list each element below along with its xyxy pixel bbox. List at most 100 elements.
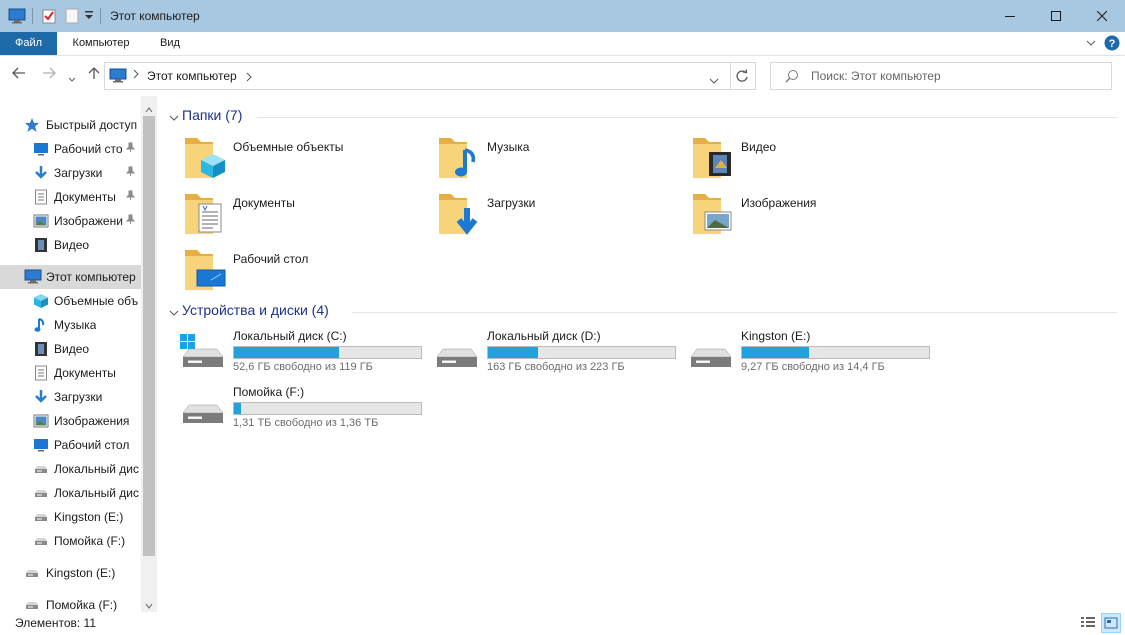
sidebar-item-label: Изображени (54, 214, 123, 228)
folder-name: Музыка (487, 140, 530, 154)
refresh-button[interactable] (729, 62, 756, 90)
sidebar-item[interactable]: Видео (0, 337, 141, 361)
recent-locations-button[interactable] (68, 70, 76, 87)
scroll-down-icon[interactable] (145, 598, 153, 612)
sidebar-item-label: Kingston (E:) (54, 510, 124, 524)
address-dropdown-icon[interactable] (709, 73, 719, 87)
folder-item[interactable]: Объемные объекты (183, 132, 423, 188)
sidebar-item-label: Рабочий сто… (54, 142, 124, 156)
pin-icon (125, 190, 136, 203)
drive-icon (24, 565, 40, 584)
minimize-button[interactable] (987, 0, 1033, 32)
drive-icon (33, 509, 49, 528)
folder-name: Видео (741, 140, 777, 154)
sidebar-item[interactable]: Документы (0, 185, 141, 209)
tiles-view-icon[interactable] (1101, 613, 1121, 633)
folder-name: Изображения (741, 196, 817, 210)
sidebar-item[interactable]: Рабочий стол (0, 433, 141, 457)
breadcrumb[interactable]: Этот компьютер (147, 69, 237, 83)
folder-item[interactable]: Музыка (437, 132, 677, 188)
address-bar[interactable]: Этот компьютер (104, 62, 731, 90)
drive-usage-bar (741, 346, 930, 359)
folder-item[interactable]: Документы (183, 188, 423, 244)
scroll-up-icon[interactable] (145, 102, 153, 116)
drive-name: Kingston (E:) (741, 329, 811, 343)
folder-name: Документы (233, 196, 295, 210)
pin-icon (125, 142, 136, 155)
sidebar-item[interactable]: Быстрый доступ (0, 113, 141, 137)
sidebar-item-label: Загрузки (54, 390, 103, 404)
folder-item[interactable]: Видео (691, 132, 931, 188)
help-icon[interactable]: ? (1104, 35, 1120, 54)
sidebar-item[interactable]: Рабочий сто… (0, 137, 141, 161)
sidebar-item-label: Этот компьютер (46, 270, 136, 284)
collapse-folders-icon[interactable] (169, 112, 179, 126)
sidebar-item-label: Видео (54, 238, 90, 252)
tab-computer[interactable]: Компьютер (62, 32, 140, 55)
sidebar-item[interactable]: Помойка (F:) (0, 529, 141, 553)
back-button[interactable] (12, 66, 26, 84)
new-folder-icon[interactable] (65, 8, 79, 27)
sidebar-item[interactable]: Изображения (0, 409, 141, 433)
group-divider (352, 312, 1117, 313)
refresh-icon (735, 69, 749, 86)
forward-button[interactable] (42, 66, 56, 84)
picture-icon (33, 213, 49, 232)
drives-group-header[interactable]: Устройства и диски (4) (182, 302, 329, 318)
sidebar-item[interactable]: Загрузки (0, 161, 141, 185)
tab-file[interactable]: Файл (0, 32, 57, 55)
sidebar-item[interactable]: Музыка (0, 313, 141, 337)
hard-drive-icon (179, 389, 225, 432)
folders-group-header[interactable]: Папки (7) (182, 107, 242, 123)
sidebar-item[interactable]: Локальный дис (0, 457, 141, 481)
details-view-icon[interactable] (1080, 615, 1096, 632)
computer-icon[interactable] (8, 8, 26, 27)
sidebar-item[interactable]: Документы (0, 361, 141, 385)
folder-item[interactable]: Изображения (691, 188, 931, 244)
status-item-count: Элементов: 11 (15, 616, 96, 630)
sidebar-item-label: Изображения (54, 414, 130, 428)
sidebar-item-label: Музыка (54, 318, 97, 332)
sidebar-scroll-thumb[interactable] (143, 116, 155, 556)
drive-icon (33, 485, 49, 504)
sidebar-item[interactable]: Объемные объ (0, 289, 141, 313)
customize-toolbar-icon[interactable] (84, 9, 94, 24)
desktop-icon (33, 141, 49, 160)
drive-item[interactable]: Помойка (F:) 1,31 ТБ свободно из 1,36 ТБ (182, 385, 428, 441)
properties-icon[interactable] (42, 8, 56, 27)
download-icon (33, 165, 49, 184)
folder-icon (691, 132, 735, 185)
search-input[interactable]: Поиск: Этот компьютер (770, 62, 1112, 90)
maximize-button[interactable] (1033, 0, 1079, 32)
cube-icon (33, 293, 49, 312)
close-button[interactable] (1079, 0, 1125, 32)
pin-icon (125, 166, 136, 179)
tab-view[interactable]: Вид (150, 32, 190, 55)
sidebar-item[interactable]: Этот компьютер (0, 265, 141, 289)
sidebar-item-label: Локальный дис (54, 462, 139, 476)
up-button[interactable] (87, 66, 101, 84)
hard-drive-icon (687, 333, 733, 376)
breadcrumb-chevron-icon[interactable] (246, 71, 252, 85)
drive-item[interactable]: Локальный диск (C:) 52,6 ГБ свободно из 1… (180, 329, 428, 385)
folder-item[interactable]: Загрузки (437, 188, 677, 244)
svg-text:?: ? (1109, 38, 1116, 50)
folder-item[interactable]: Рабочий стол (183, 244, 423, 300)
folder-icon (183, 244, 227, 297)
drive-item[interactable]: Локальный диск (D:) 163 ГБ свободно из 22… (436, 329, 682, 385)
drive-icon (33, 533, 49, 552)
sidebar-item[interactable]: Видео (0, 233, 141, 257)
drive-usage-fill (234, 403, 242, 414)
sidebar-item[interactable]: Помойка (F:) (0, 593, 141, 612)
sidebar-item[interactable]: Изображени (0, 209, 141, 233)
folder-icon (183, 132, 227, 185)
sidebar-item[interactable]: Локальный дис (0, 481, 141, 505)
drive-item[interactable]: Kingston (E:) 9,27 ГБ свободно из 14,4 ГБ (690, 329, 936, 385)
expand-ribbon-icon[interactable] (1086, 37, 1096, 51)
sidebar-item[interactable]: Kingston (E:) (0, 505, 141, 529)
sidebar-item-label: Объемные объ (54, 294, 139, 308)
breadcrumb-separator-icon[interactable] (133, 68, 139, 82)
sidebar-item[interactable]: Загрузки (0, 385, 141, 409)
collapse-drives-icon[interactable] (169, 307, 179, 321)
sidebar-item[interactable]: Kingston (E:) (0, 561, 141, 585)
